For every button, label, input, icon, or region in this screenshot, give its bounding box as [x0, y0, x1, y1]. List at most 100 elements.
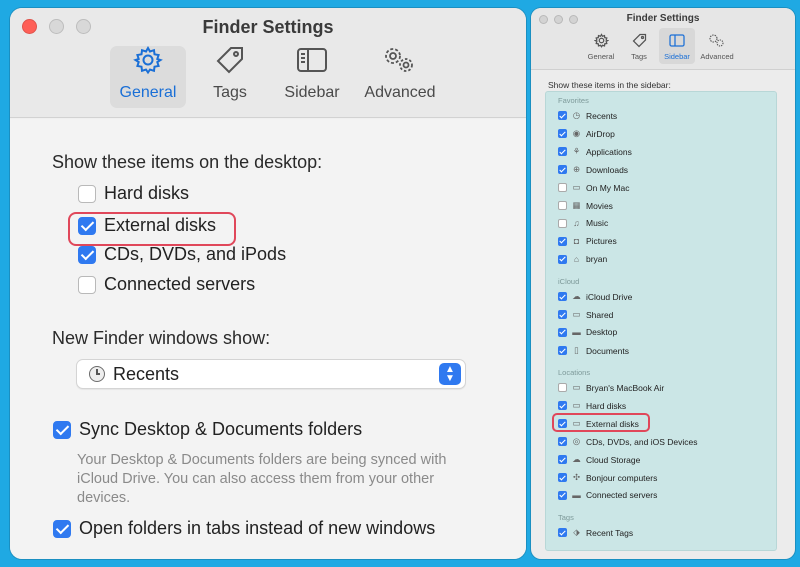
checkbox-external-disks[interactable]: External disks	[78, 215, 216, 236]
checkbox[interactable]	[558, 401, 567, 410]
checkbox[interactable]	[78, 275, 96, 294]
sidebar-option-applications[interactable]: ⚘ Applications	[558, 146, 632, 157]
sidebar-option-pictures[interactable]: ◘ Pictures	[558, 236, 617, 246]
checkbox[interactable]	[558, 310, 567, 319]
checkbox[interactable]	[558, 437, 567, 446]
home-icon: ⌂	[573, 254, 580, 264]
checkbox-open-in-tabs[interactable]: Open folders in tabs instead of new wind…	[53, 518, 435, 539]
sidebar-option-desktop[interactable]: ▬ Desktop	[558, 327, 617, 337]
sidebar-option-bonjour[interactable]: ✣ Bonjour computers	[558, 472, 657, 483]
tab-tags[interactable]: Tags	[192, 46, 268, 108]
sidebar-option-hard-disks[interactable]: ▭ Hard disks	[558, 400, 626, 411]
checkbox[interactable]	[558, 129, 567, 138]
item-label: Music	[586, 218, 609, 228]
chevron-updown-icon[interactable]: ▲ ▼	[439, 363, 461, 385]
sidebar-option-documents[interactable]: ▯ Documents	[558, 345, 629, 356]
sidebar-option-movies[interactable]: ▦ Movies	[558, 200, 613, 211]
item-label: Recent Tags	[586, 527, 634, 538]
checkbox[interactable]	[78, 245, 96, 264]
sidebar-option-recents[interactable]: ◷ Recents	[558, 110, 617, 121]
clock-icon	[89, 366, 105, 382]
sidebar-option-downloads[interactable]: ⊕ Downloads	[558, 164, 628, 175]
checkbox[interactable]	[558, 165, 567, 174]
checkbox-label: Hard disks	[104, 183, 190, 203]
finder-settings-window: Finder Settings General Tags Sidebar Adv…	[10, 8, 526, 559]
checkbox-sync-desktop[interactable]: Sync Desktop & Documents folders	[53, 419, 362, 440]
sidebar-option-recent-tags[interactable]: ⬗ Recent Tags	[558, 527, 633, 538]
tab-sidebar[interactable]: Sidebar	[659, 28, 695, 64]
item-label: Pictures	[586, 236, 617, 246]
tab-advanced[interactable]: Advanced	[697, 28, 737, 64]
sidebar-option-airdrop[interactable]: ◉ AirDrop	[558, 128, 615, 139]
disk-icon: ▭	[572, 400, 581, 410]
checkbox[interactable]	[558, 183, 567, 192]
checkbox[interactable]	[558, 419, 567, 428]
checkbox[interactable]	[558, 218, 567, 228]
sidebar-items-heading: Show these items in the sidebar:	[548, 80, 671, 90]
applications-icon: ⚘	[572, 146, 581, 156]
item-label: Documents	[586, 345, 629, 356]
checkbox-hard-disks[interactable]: Hard disks	[78, 183, 189, 204]
tab-general[interactable]: General	[110, 45, 186, 108]
sidebar-option-cloud-storage[interactable]: ☁ Cloud Storage	[558, 454, 640, 465]
finder-settings-sidebar-window: Finder Settings General Tags Sidebar Adv…	[531, 8, 795, 559]
bonjour-icon: ✣	[572, 472, 581, 482]
checkbox[interactable]	[558, 528, 567, 537]
checkbox[interactable]	[558, 254, 567, 264]
checkbox-connected-servers[interactable]: Connected servers	[78, 274, 255, 295]
item-label: Bonjour computers	[586, 472, 658, 483]
external-disk-icon: ▭	[572, 418, 581, 428]
checkbox-label: Open folders in tabs instead of new wind…	[79, 518, 436, 538]
item-label: Connected servers	[586, 490, 658, 500]
sidebar-option-home[interactable]: ⌂ bryan	[558, 254, 607, 264]
cd-icon: ◎	[572, 436, 581, 446]
checkbox[interactable]	[558, 383, 567, 392]
checkbox[interactable]	[558, 201, 567, 210]
sidebar-option-shared[interactable]: ▭ Shared	[558, 309, 613, 320]
checkbox[interactable]	[558, 490, 567, 500]
checkbox-cds-dvds-ipods[interactable]: CDs, DVDs, and iPods	[78, 244, 286, 265]
sidebar-option-external-disks[interactable]: ▭ External disks	[558, 418, 639, 429]
item-label: Downloads	[586, 164, 629, 175]
shared-folder-icon: ▭	[572, 309, 581, 319]
sidebar-option-macbook[interactable]: ▭ Bryan's MacBook Air	[558, 382, 664, 393]
new-window-select[interactable]: Recents ▲ ▼	[76, 359, 466, 389]
server-icon: ▬	[572, 490, 581, 500]
section-tags: Tags	[558, 513, 574, 522]
checkbox[interactable]	[558, 346, 567, 355]
general-pane: Show these items on the desktop: Hard di…	[10, 119, 526, 559]
sidebar-option-cds-dvds[interactable]: ◎ CDs, DVDs, and iOS Devices	[558, 436, 697, 447]
checkbox[interactable]	[558, 111, 567, 120]
sidebar-option-music[interactable]: ♫ Music	[558, 218, 608, 228]
sidebar-option-icloud-drive[interactable]: ☁ iCloud Drive	[558, 291, 632, 302]
item-label: Applications	[586, 146, 632, 157]
tab-label: Tags	[213, 84, 247, 101]
item-label: Hard disks	[586, 400, 627, 411]
checkbox[interactable]	[558, 473, 567, 482]
checkbox[interactable]	[558, 455, 567, 464]
tab-general[interactable]: General	[583, 28, 619, 64]
checkbox[interactable]	[53, 519, 71, 538]
checkbox[interactable]	[78, 184, 96, 203]
tab-advanced[interactable]: Advanced	[356, 46, 444, 108]
tab-tags[interactable]: Tags	[621, 28, 657, 64]
checkbox[interactable]	[78, 216, 96, 235]
item-label: Bryan's MacBook Air	[586, 382, 665, 393]
sidebar-icon	[669, 33, 685, 52]
checkbox[interactable]	[558, 292, 567, 301]
sidebar-option-connected-servers[interactable]: ▬ Connected servers	[558, 490, 657, 500]
music-note-icon: ♫	[573, 218, 580, 228]
titlebar: Finder Settings General Tags Sidebar Adv…	[10, 8, 526, 118]
checkbox-label: Connected servers	[104, 274, 256, 294]
cloud-icon: ☁	[572, 454, 581, 464]
item-label: iCloud Drive	[586, 291, 633, 302]
section-favorites: Favorites	[558, 96, 589, 105]
checkbox[interactable]	[53, 420, 71, 439]
airdrop-icon: ◉	[572, 128, 581, 138]
checkbox[interactable]	[558, 236, 567, 246]
checkbox[interactable]	[558, 147, 567, 156]
sidebar-option-on-my-mac[interactable]: ▭ On My Mac	[558, 182, 629, 193]
tab-sidebar[interactable]: Sidebar	[274, 46, 350, 108]
cloud-icon: ☁	[572, 291, 581, 301]
checkbox[interactable]	[558, 327, 567, 337]
